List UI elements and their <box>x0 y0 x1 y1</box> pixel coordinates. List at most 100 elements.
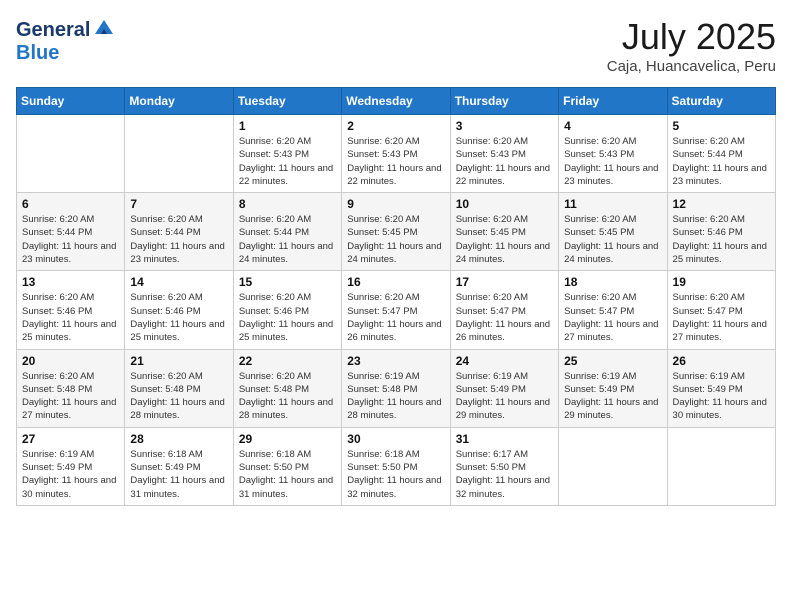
day-number: 12 <box>673 197 770 211</box>
col-header-wednesday: Wednesday <box>342 88 450 115</box>
calendar-cell: 16Sunrise: 6:20 AM Sunset: 5:47 PM Dayli… <box>342 271 450 349</box>
day-number: 6 <box>22 197 119 211</box>
calendar-cell: 17 Sunrise: 6:20 AM Sunset: 5:47 PM Dayli… <box>450 271 558 349</box>
header: General Blue July 2025 Caja, Huancavelic… <box>16 16 776 75</box>
calendar-cell: 11 Sunrise: 6:20 AM Sunset: 5:45 PM Dayli… <box>559 193 667 271</box>
calendar-header-row: SundayMondayTuesdayWednesdayThursdayFrid… <box>17 88 776 115</box>
day-number: 10 <box>456 197 553 211</box>
day-info: Sunrise: 6:20 AM Sunset: 5:46 PM Dayligh… <box>130 291 227 344</box>
calendar-cell: 2 Sunrise: 6:20 AM Sunset: 5:43 PM Daylig… <box>342 115 450 193</box>
col-header-thursday: Thursday <box>450 88 558 115</box>
day-info: Sunrise: 6:20 AM Sunset: 5:45 PM Dayligh… <box>564 213 661 266</box>
calendar-cell: 7 Sunrise: 6:20 AM Sunset: 5:44 PM Daylig… <box>125 193 233 271</box>
day-info: Sunrise: 6:20 AM Sunset: 5:47 PM Dayligh… <box>564 291 661 344</box>
day-info: Sunrise: 6:20 AM Sunset: 5:44 PM Dayligh… <box>22 213 119 266</box>
calendar-cell <box>559 427 667 505</box>
calendar-cell: 6 Sunrise: 6:20 AM Sunset: 5:44 PM Daylig… <box>17 193 125 271</box>
calendar-cell: 13 Sunrise: 6:20 AM Sunset: 5:46 PM Dayli… <box>17 271 125 349</box>
day-number: 20 <box>22 354 119 368</box>
calendar-cell: 14 Sunrise: 6:20 AM Sunset: 5:46 PM Dayli… <box>125 271 233 349</box>
day-number: 13 <box>22 275 119 289</box>
day-info: Sunrise: 6:19 AM Sunset: 5:48 PM Dayligh… <box>347 370 444 423</box>
day-info: Sunrise: 6:20 AM Sunset: 5:44 PM Dayligh… <box>239 213 336 266</box>
col-header-sunday: Sunday <box>17 88 125 115</box>
day-info: Sunrise: 6:20 AM Sunset: 5:43 PM Dayligh… <box>239 135 336 188</box>
logo-icon <box>93 16 115 38</box>
day-number: 29 <box>239 432 336 446</box>
col-header-tuesday: Tuesday <box>233 88 341 115</box>
day-info: Sunrise: 6:19 AM Sunset: 5:49 PM Dayligh… <box>564 370 661 423</box>
day-number: 11 <box>564 197 661 211</box>
day-number: 16 <box>347 275 444 289</box>
calendar-cell: 28 Sunrise: 6:18 AM Sunset: 5:49 PM Dayli… <box>125 427 233 505</box>
day-number: 26 <box>673 354 770 368</box>
day-info: Sunrise: 6:18 AM Sunset: 5:50 PM Dayligh… <box>347 448 444 501</box>
calendar-cell: 23 Sunrise: 6:19 AM Sunset: 5:48 PM Dayli… <box>342 349 450 427</box>
day-info: Sunrise: 6:20 AM Sunset: 5:44 PM Dayligh… <box>130 213 227 266</box>
calendar-cell: 12Sunrise: 6:20 AM Sunset: 5:46 PM Dayli… <box>667 193 775 271</box>
calendar-cell: 18 Sunrise: 6:20 AM Sunset: 5:47 PM Dayli… <box>559 271 667 349</box>
day-number: 25 <box>564 354 661 368</box>
day-number: 18 <box>564 275 661 289</box>
calendar-cell: 9 Sunrise: 6:20 AM Sunset: 5:45 PM Daylig… <box>342 193 450 271</box>
day-number: 3 <box>456 119 553 133</box>
day-info: Sunrise: 6:18 AM Sunset: 5:50 PM Dayligh… <box>239 448 336 501</box>
calendar-cell: 30Sunrise: 6:18 AM Sunset: 5:50 PM Dayli… <box>342 427 450 505</box>
day-info: Sunrise: 6:20 AM Sunset: 5:48 PM Dayligh… <box>130 370 227 423</box>
calendar-week-4: 27 Sunrise: 6:19 AM Sunset: 5:49 PM Dayli… <box>17 427 776 505</box>
day-info: Sunrise: 6:20 AM Sunset: 5:46 PM Dayligh… <box>22 291 119 344</box>
calendar-cell: 22 Sunrise: 6:20 AM Sunset: 5:48 PM Dayli… <box>233 349 341 427</box>
day-info: Sunrise: 6:20 AM Sunset: 5:48 PM Dayligh… <box>22 370 119 423</box>
day-info: Sunrise: 6:20 AM Sunset: 5:48 PM Dayligh… <box>239 370 336 423</box>
day-number: 23 <box>347 354 444 368</box>
day-number: 14 <box>130 275 227 289</box>
month-title: July 2025 <box>607 16 776 58</box>
calendar-cell: 29 Sunrise: 6:18 AM Sunset: 5:50 PM Dayli… <box>233 427 341 505</box>
calendar-cell: 27 Sunrise: 6:19 AM Sunset: 5:49 PM Dayli… <box>17 427 125 505</box>
day-number: 22 <box>239 354 336 368</box>
day-number: 7 <box>130 197 227 211</box>
col-header-monday: Monday <box>125 88 233 115</box>
day-number: 31 <box>456 432 553 446</box>
day-info: Sunrise: 6:20 AM Sunset: 5:45 PM Dayligh… <box>347 213 444 266</box>
calendar-cell: 4Sunrise: 6:20 AM Sunset: 5:43 PM Daylig… <box>559 115 667 193</box>
day-number: 9 <box>347 197 444 211</box>
day-info: Sunrise: 6:20 AM Sunset: 5:43 PM Dayligh… <box>347 135 444 188</box>
calendar-cell: 19Sunrise: 6:20 AM Sunset: 5:47 PM Dayli… <box>667 271 775 349</box>
calendar-week-2: 13 Sunrise: 6:20 AM Sunset: 5:46 PM Dayli… <box>17 271 776 349</box>
calendar-cell <box>17 115 125 193</box>
calendar-cell: 21Sunrise: 6:20 AM Sunset: 5:48 PM Dayli… <box>125 349 233 427</box>
day-number: 27 <box>22 432 119 446</box>
day-info: Sunrise: 6:20 AM Sunset: 5:44 PM Dayligh… <box>673 135 770 188</box>
day-info: Sunrise: 6:20 AM Sunset: 5:43 PM Dayligh… <box>456 135 553 188</box>
calendar-cell: 24Sunrise: 6:19 AM Sunset: 5:49 PM Dayli… <box>450 349 558 427</box>
calendar-cell <box>125 115 233 193</box>
day-number: 19 <box>673 275 770 289</box>
calendar-cell: 3 Sunrise: 6:20 AM Sunset: 5:43 PM Daylig… <box>450 115 558 193</box>
day-number: 17 <box>456 275 553 289</box>
day-number: 28 <box>130 432 227 446</box>
calendar-cell: 8Sunrise: 6:20 AM Sunset: 5:44 PM Daylig… <box>233 193 341 271</box>
day-info: Sunrise: 6:19 AM Sunset: 5:49 PM Dayligh… <box>22 448 119 501</box>
location-title: Caja, Huancavelica, Peru <box>607 58 776 75</box>
calendar-cell: 15 Sunrise: 6:20 AM Sunset: 5:46 PM Dayli… <box>233 271 341 349</box>
calendar-cell: 5 Sunrise: 6:20 AM Sunset: 5:44 PM Daylig… <box>667 115 775 193</box>
calendar-cell: 31 Sunrise: 6:17 AM Sunset: 5:50 PM Dayli… <box>450 427 558 505</box>
calendar-cell <box>667 427 775 505</box>
day-info: Sunrise: 6:17 AM Sunset: 5:50 PM Dayligh… <box>456 448 553 501</box>
logo: General Blue <box>16 16 115 63</box>
calendar-cell: 1Sunrise: 6:20 AM Sunset: 5:43 PM Daylig… <box>233 115 341 193</box>
day-info: Sunrise: 6:20 AM Sunset: 5:46 PM Dayligh… <box>239 291 336 344</box>
calendar-cell: 26 Sunrise: 6:19 AM Sunset: 5:49 PM Dayli… <box>667 349 775 427</box>
calendar-cell: 10Sunrise: 6:20 AM Sunset: 5:45 PM Dayli… <box>450 193 558 271</box>
calendar-cell: 25 Sunrise: 6:19 AM Sunset: 5:49 PM Dayli… <box>559 349 667 427</box>
calendar-week-1: 6 Sunrise: 6:20 AM Sunset: 5:44 PM Daylig… <box>17 193 776 271</box>
logo-general-text: General <box>16 20 90 40</box>
day-number: 24 <box>456 354 553 368</box>
day-info: Sunrise: 6:19 AM Sunset: 5:49 PM Dayligh… <box>673 370 770 423</box>
day-number: 15 <box>239 275 336 289</box>
day-number: 2 <box>347 119 444 133</box>
day-info: Sunrise: 6:18 AM Sunset: 5:49 PM Dayligh… <box>130 448 227 501</box>
day-number: 5 <box>673 119 770 133</box>
day-info: Sunrise: 6:20 AM Sunset: 5:47 PM Dayligh… <box>456 291 553 344</box>
